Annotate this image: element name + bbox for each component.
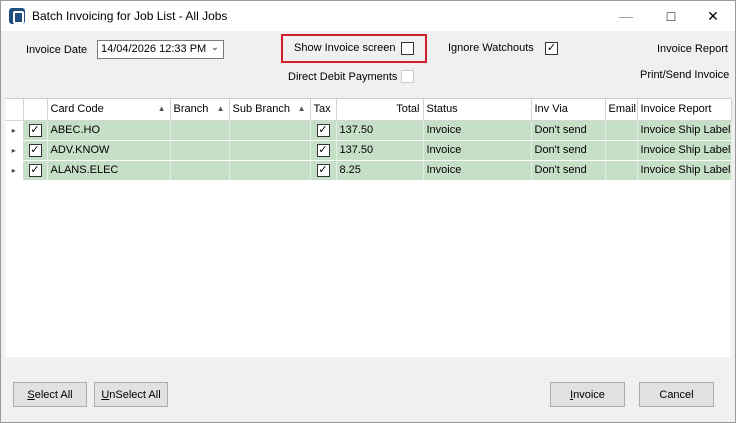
col-card-code[interactable]: Card Code ▲ [47,99,171,121]
row-select-checkbox[interactable]: ✓ [28,123,42,137]
cell-email[interactable] [605,160,638,181]
cell-inv-via[interactable]: Don't send [531,120,606,141]
row-expand-icon[interactable]: ▸ [5,160,24,181]
ignore-watchouts-label: Ignore Watchouts [448,42,534,54]
row-select-cell[interactable]: ✓ [23,160,48,181]
ignore-watchouts-checkbox[interactable]: ✓ [545,42,558,55]
row-select-checkbox[interactable]: ✓ [28,163,42,177]
cell-card-code[interactable]: ABEC.HO [47,120,171,141]
direct-debit-label: Direct Debit Payments [288,71,398,83]
col-email[interactable]: Email [605,99,638,121]
row-expand-icon[interactable]: ▸ [5,120,24,141]
cell-status[interactable]: Invoice [423,140,532,161]
select-header [23,99,48,121]
table-row[interactable]: ▸ ✓ ADV.KNOW ✓ 137.50 Invoice Don't send… [5,140,732,161]
cell-inv-via[interactable]: Don't send [531,140,606,161]
window-title: Batch Invoicing for Job List - All Jobs [32,9,228,23]
unselect-all-button[interactable]: UnSelect All [94,382,168,407]
row-select-checkbox[interactable]: ✓ [28,143,42,157]
cell-status[interactable]: Invoice [423,160,532,181]
invoice-grid: Card Code ▲ Branch ▲ Sub Branch ▲ Tax Total… [5,98,732,357]
select-all-button[interactable]: Select All [13,382,87,407]
grid-header-row: Card Code ▲ Branch ▲ Sub Branch ▲ Tax Total… [5,99,732,121]
cell-total[interactable]: 8.25 [336,160,424,181]
tax-checkbox[interactable]: ✓ [316,163,330,177]
col-sub-branch[interactable]: Sub Branch ▲ [229,99,311,121]
cell-branch[interactable] [170,140,230,161]
sort-up-icon: ▲ [157,104,166,113]
tax-checkbox[interactable]: ✓ [316,123,330,137]
cell-total[interactable]: 137.50 [336,120,424,141]
cell-email[interactable] [605,120,638,141]
cancel-button[interactable]: Cancel [639,382,714,407]
cell-card-code[interactable]: ADV.KNOW [47,140,171,161]
print-send-label: Print/Send Invoice [640,69,730,81]
col-status[interactable]: Status [423,99,532,121]
invoice-date-picker[interactable]: 14/04/2026 12:33 PM ⌄ [97,40,224,59]
cell-invoice-report[interactable]: Invoice Ship Label [637,140,732,161]
cell-invoice-report[interactable]: Invoice Ship Label [637,160,732,181]
col-inv-via[interactable]: Inv Via [531,99,606,121]
sort-up-icon: ▲ [216,104,225,113]
cell-tax[interactable]: ✓ [310,160,337,181]
invoice-report-label: Invoice Report [657,43,728,55]
cell-sub-branch[interactable] [229,120,311,141]
batch-invoicing-window: Batch Invoicing for Job List - All Jobs … [0,0,736,423]
close-icon[interactable]: ✕ [691,1,735,31]
cell-card-code[interactable]: ALANS.ELEC [47,160,171,181]
app-icon [9,8,25,24]
show-invoice-screen-label: Show Invoice screen [294,42,396,54]
row-expand-icon[interactable]: ▸ [5,140,24,161]
chevron-down-icon[interactable]: ⌄ [211,42,219,53]
cell-status[interactable]: Invoice [423,120,532,141]
direct-debit-checkbox[interactable] [401,70,414,83]
col-invoice-report[interactable]: Invoice Report [637,99,732,121]
cell-sub-branch[interactable] [229,160,311,181]
invoice-date-value: 14/04/2026 12:33 PM [101,43,207,55]
col-tax[interactable]: Tax [310,99,337,121]
cell-invoice-report[interactable]: Invoice Ship Label [637,120,732,141]
table-row[interactable]: ▸ ✓ ABEC.HO ✓ 137.50 Invoice Don't send … [5,120,732,141]
cell-sub-branch[interactable] [229,140,311,161]
cell-tax[interactable]: ✓ [310,120,337,141]
tax-checkbox[interactable]: ✓ [316,143,330,157]
minimize-icon[interactable]: — [604,1,648,31]
col-total[interactable]: Total [336,99,424,121]
cell-branch[interactable] [170,160,230,181]
cell-inv-via[interactable]: Don't send [531,160,606,181]
cell-branch[interactable] [170,120,230,141]
row-select-cell[interactable]: ✓ [23,120,48,141]
row-select-cell[interactable]: ✓ [23,140,48,161]
cell-tax[interactable]: ✓ [310,140,337,161]
maximize-icon[interactable]: □ [649,1,693,31]
title-bar: Batch Invoicing for Job List - All Jobs … [1,1,735,31]
sort-up-icon: ▲ [297,104,306,113]
invoice-date-label: Invoice Date [26,44,88,56]
row-header-cell [5,99,24,121]
cell-email[interactable] [605,140,638,161]
invoice-button[interactable]: Invoice [550,382,625,407]
cell-total[interactable]: 137.50 [336,140,424,161]
table-row[interactable]: ▸ ✓ ALANS.ELEC ✓ 8.25 Invoice Don't send… [5,160,732,181]
show-invoice-screen-checkbox[interactable] [401,42,414,55]
col-branch[interactable]: Branch ▲ [170,99,230,121]
